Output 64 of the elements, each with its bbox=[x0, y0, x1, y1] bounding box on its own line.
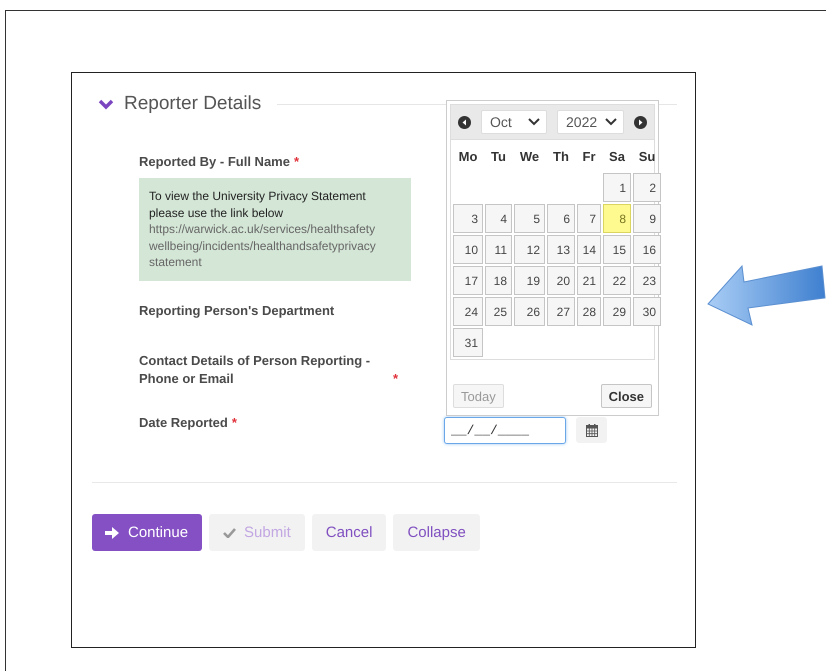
year-select[interactable]: 2022 bbox=[557, 110, 624, 134]
weekday-label: We bbox=[518, 148, 540, 166]
day-cell[interactable]: 4 bbox=[485, 204, 512, 233]
field-label: Reported By - Full Name bbox=[139, 153, 290, 171]
calendar-icon bbox=[586, 424, 598, 436]
weekday-label: Mo bbox=[458, 148, 478, 166]
weekday-label: Th bbox=[552, 148, 570, 166]
action-button[interactable]: Cancel bbox=[312, 514, 386, 551]
day-cell[interactable]: 27 bbox=[547, 297, 575, 326]
day-cell[interactable]: 28 bbox=[577, 297, 601, 326]
field-label: Reporting Person's Department bbox=[139, 302, 334, 320]
day-cell[interactable]: 6 bbox=[547, 204, 575, 233]
field-label: Date Reported bbox=[139, 414, 228, 432]
day-cell[interactable]: 1 bbox=[603, 173, 631, 202]
close-button[interactable]: Close bbox=[600, 384, 652, 408]
date-field[interactable]: __/__/____ bbox=[444, 417, 566, 444]
day-cell[interactable]: 7 bbox=[577, 204, 601, 233]
day-cell[interactable]: 15 bbox=[603, 235, 631, 264]
weekday-label: Su bbox=[638, 148, 656, 166]
previous-icon[interactable] bbox=[458, 116, 471, 128]
note-text: To view the University Privacy Statement please use the link below bbox=[149, 188, 367, 221]
day-cell[interactable]: 10 bbox=[453, 235, 483, 264]
day-cell[interactable]: 12 bbox=[514, 235, 545, 264]
day-cell[interactable]: 14 bbox=[577, 235, 601, 264]
day-cell[interactable]: 17 bbox=[453, 266, 483, 295]
day-cell[interactable]: 31 bbox=[453, 328, 483, 357]
caret-icon bbox=[528, 118, 540, 126]
next-icon[interactable] bbox=[634, 116, 647, 128]
weekday-label: Sa bbox=[608, 148, 626, 166]
day-cell[interactable]: 30 bbox=[633, 297, 661, 326]
day-cell[interactable]: 8 bbox=[603, 204, 631, 233]
day-cell[interactable]: 26 bbox=[514, 297, 545, 326]
month-select[interactable]: Oct bbox=[481, 110, 547, 134]
required-mark: * bbox=[393, 370, 398, 388]
caret-icon bbox=[605, 118, 617, 126]
day-cell[interactable]: 5 bbox=[514, 204, 545, 233]
day-cell[interactable]: 11 bbox=[485, 235, 512, 264]
calendar-button[interactable] bbox=[576, 417, 607, 443]
day-cell[interactable]: 29 bbox=[603, 297, 631, 326]
day-cell[interactable]: 18 bbox=[485, 266, 512, 295]
day-cell[interactable]: 22 bbox=[603, 266, 631, 295]
required-mark: * bbox=[232, 414, 237, 432]
day-cell[interactable]: 20 bbox=[547, 266, 575, 295]
weekday-label: Tu bbox=[490, 148, 507, 166]
day-cell[interactable]: 2 bbox=[633, 173, 661, 202]
arrow-icon bbox=[104, 526, 120, 540]
action-button[interactable]: Collapse bbox=[393, 514, 480, 551]
check-icon bbox=[223, 527, 236, 538]
chevron-icon[interactable] bbox=[98, 98, 114, 110]
day-cell[interactable]: 13 bbox=[547, 235, 575, 264]
day-cell[interactable]: 9 bbox=[633, 204, 661, 233]
continue-button[interactable]: Continue bbox=[92, 514, 202, 551]
day-cell[interactable]: 23 bbox=[633, 266, 661, 295]
field-label: Contact Details of Person Reporting - Phone or Email bbox=[139, 352, 372, 388]
day-cell[interactable]: 24 bbox=[453, 297, 483, 326]
privacy-link[interactable]: https://warwick.ac.uk/services/healthsafety wellbeing/incidents/healthandsafetyprivacy statement bbox=[149, 221, 401, 270]
weekday-label: Fr bbox=[582, 148, 596, 166]
day-cell[interactable]: 25 bbox=[485, 297, 512, 326]
day-cell[interactable]: 19 bbox=[514, 266, 545, 295]
required-mark: * bbox=[294, 153, 300, 171]
day-cell[interactable]: 3 bbox=[453, 204, 483, 233]
day-cell[interactable]: 16 bbox=[633, 235, 661, 264]
day-cell[interactable]: 21 bbox=[577, 266, 601, 295]
section-title: Reporter Details bbox=[124, 93, 262, 115]
